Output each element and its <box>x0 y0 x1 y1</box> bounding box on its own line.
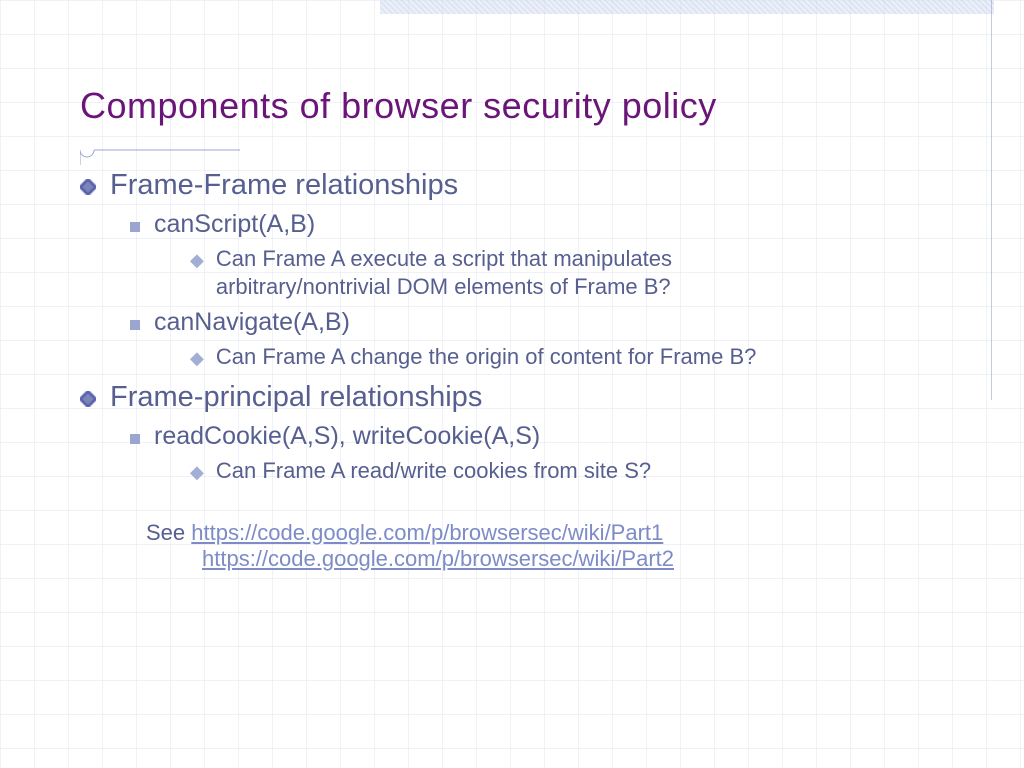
decorative-right-rule <box>991 0 992 400</box>
section2-heading: Frame-principal relationships <box>110 381 482 414</box>
diamond-bullet-icon <box>80 391 96 407</box>
square-bullet-icon <box>130 320 140 330</box>
diamond-bullet-icon <box>80 179 96 195</box>
footer-prefix: See <box>146 520 191 545</box>
footer-references: See https://code.google.com/p/browsersec… <box>146 520 964 572</box>
reference-link-1[interactable]: https://code.google.com/p/browsersec/wik… <box>191 520 663 545</box>
bullet-level1: Frame-principal relationships <box>80 381 964 414</box>
title-ornament-icon <box>80 135 240 165</box>
diamond-dot-icon: ◆ <box>190 347 204 370</box>
slide-content: Components of browser security policy Fr… <box>80 85 964 572</box>
section2-item0-detail: Can Frame A read/write cookies from site… <box>216 457 651 485</box>
section1-item1-detail: Can Frame A change the origin of content… <box>216 343 757 371</box>
section1-item1-label: canNavigate(A,B) <box>154 308 350 337</box>
decorative-top-bar <box>380 0 994 14</box>
bullet-level1: Frame-Frame relationships <box>80 169 964 202</box>
section1-heading: Frame-Frame relationships <box>110 169 458 202</box>
bullet-level2: canScript(A,B) <box>130 210 964 239</box>
slide-body: Frame-Frame relationships canScript(A,B)… <box>80 169 964 572</box>
bullet-level3: ◆ Can Frame A read/write cookies from si… <box>190 457 810 485</box>
diamond-dot-icon: ◆ <box>190 249 204 272</box>
bullet-level2: canNavigate(A,B) <box>130 308 964 337</box>
bullet-level3: ◆ Can Frame A change the origin of conte… <box>190 343 810 371</box>
section1-item0-detail: Can Frame A execute a script that manipu… <box>216 245 810 300</box>
square-bullet-icon <box>130 222 140 232</box>
diamond-dot-icon: ◆ <box>190 461 204 484</box>
section2-item0-label: readCookie(A,S), writeCookie(A,S) <box>154 422 540 451</box>
bullet-level2: readCookie(A,S), writeCookie(A,S) <box>130 422 964 451</box>
section1-item0-label: canScript(A,B) <box>154 210 315 239</box>
reference-link-2[interactable]: https://code.google.com/p/browsersec/wik… <box>202 546 964 572</box>
slide-title: Components of browser security policy <box>80 85 964 127</box>
bullet-level3: ◆ Can Frame A execute a script that mani… <box>190 245 810 300</box>
square-bullet-icon <box>130 434 140 444</box>
